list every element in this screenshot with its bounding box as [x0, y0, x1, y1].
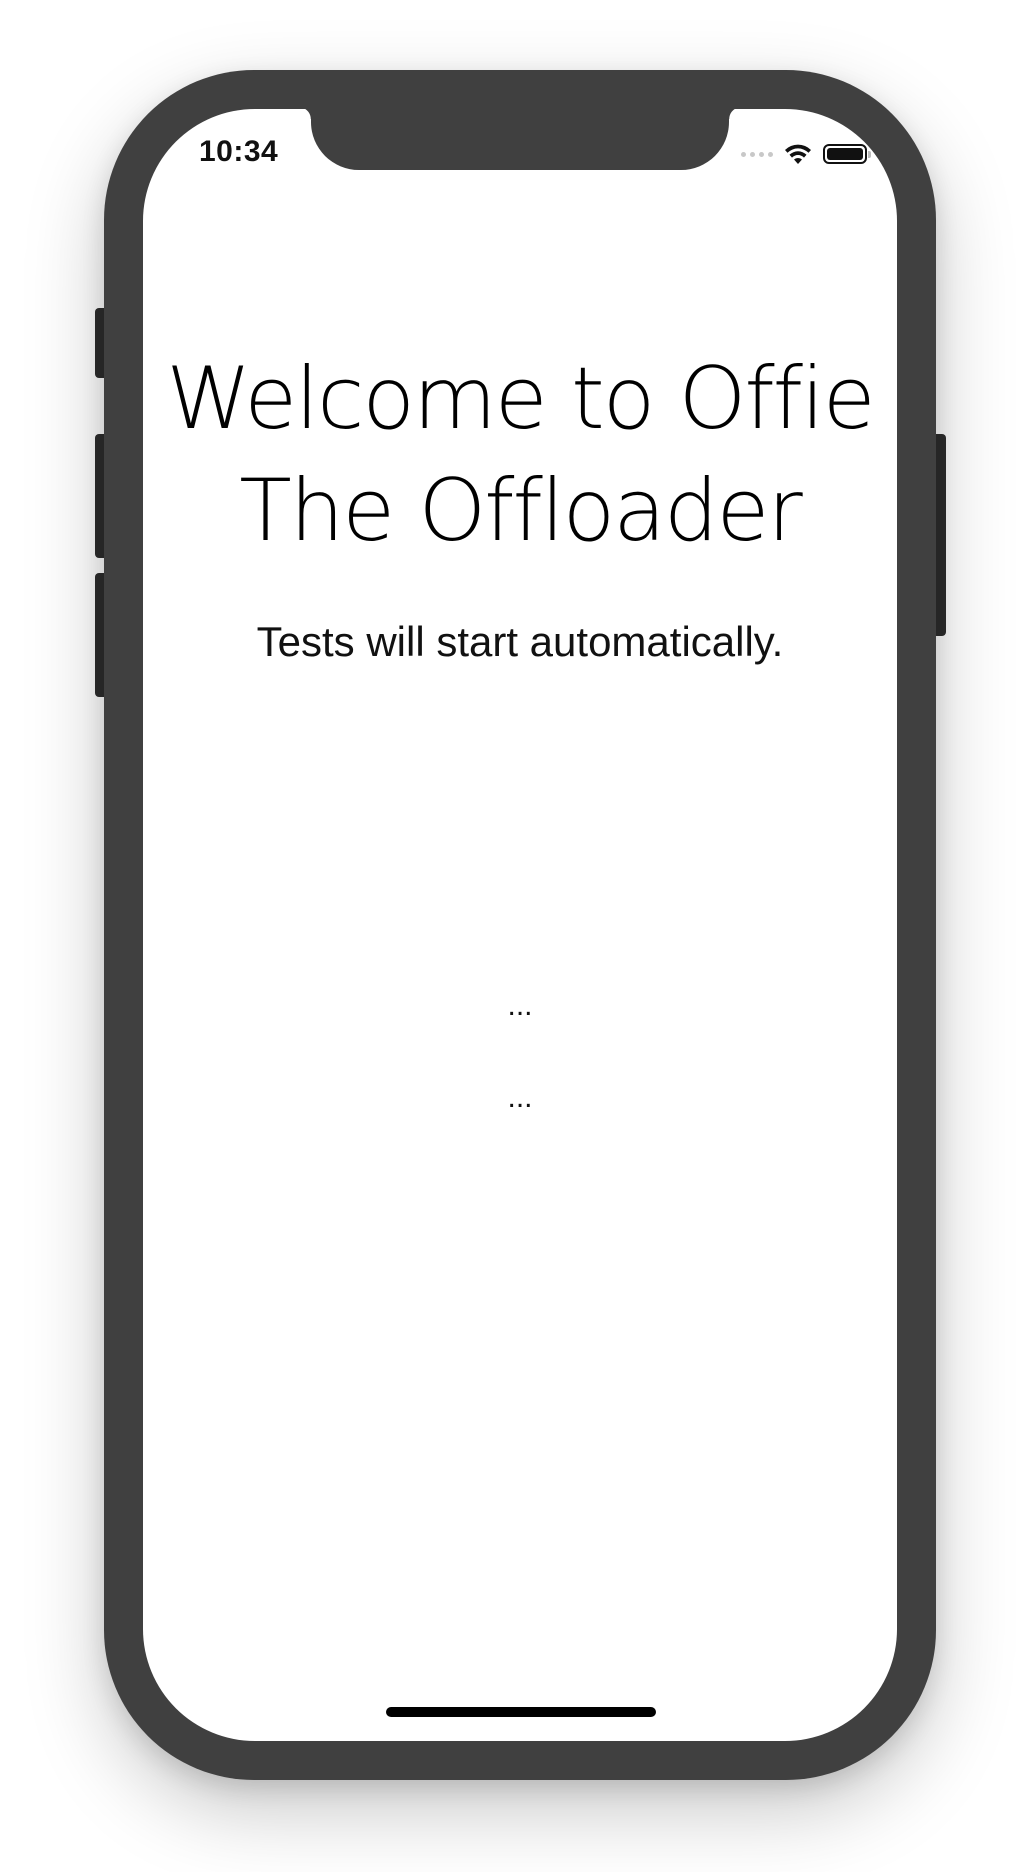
app-screen: 10:34 Welcome to Offie The Offloader Tes…	[143, 109, 897, 1741]
device-stage: 10:34 Welcome to Offie The Offloader Tes…	[0, 0, 1034, 1872]
tests-info-text: Tests will start automatically.	[256, 618, 784, 665]
welcome-title: Welcome to Offie The Offloader	[143, 343, 897, 567]
wifi-icon	[785, 144, 811, 164]
phone-frame: 10:34 Welcome to Offie The Offloader Tes…	[104, 70, 936, 1780]
battery-level-fill	[827, 148, 863, 160]
home-indicator[interactable]	[386, 1707, 656, 1717]
battery-icon	[823, 144, 871, 164]
welcome-title-line-2: The Offloader	[239, 461, 803, 561]
test-status-line-2: ...	[507, 1081, 533, 1114]
welcome-title-line-1: Welcome to Offie	[166, 349, 875, 449]
test-status-line-1: ...	[507, 989, 533, 1022]
cellular-signal-icon	[741, 151, 773, 157]
status-bar-indicators	[741, 139, 871, 169]
status-bar-time: 10:34	[199, 135, 279, 168]
notch	[299, 109, 741, 170]
